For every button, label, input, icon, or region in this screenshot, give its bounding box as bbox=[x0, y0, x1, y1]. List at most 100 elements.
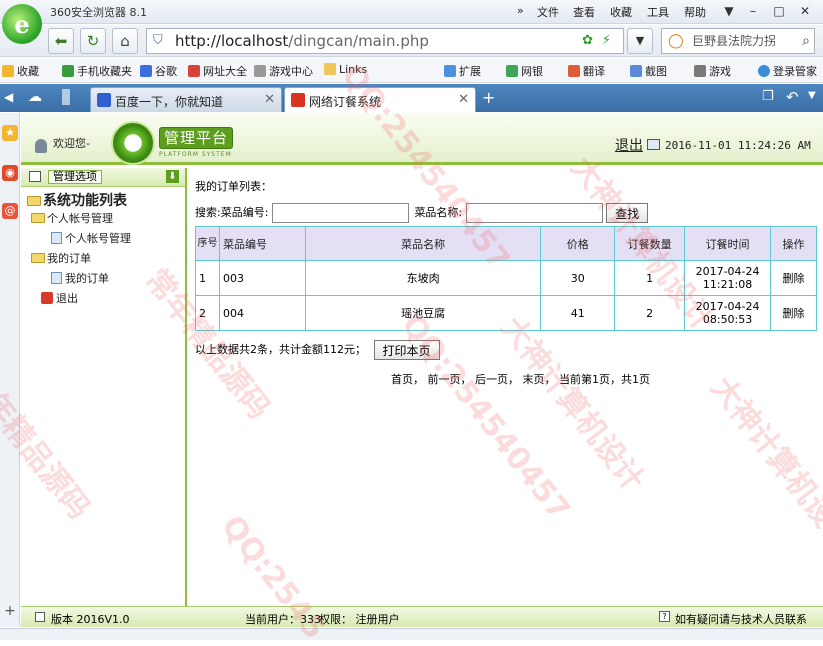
welcome-text: 欢迎您- bbox=[53, 137, 90, 150]
new-page-icon[interactable] bbox=[62, 89, 70, 105]
search-icon[interactable]: ⌕ bbox=[802, 29, 810, 53]
close-tab-icon[interactable]: ✕ bbox=[458, 92, 469, 107]
cell-qty: 1 bbox=[614, 260, 686, 296]
fav-mobile[interactable]: 手机收藏夹 bbox=[62, 63, 132, 79]
col-header-no: 序号 bbox=[195, 226, 220, 261]
collapse-icon[interactable]: ⬇ bbox=[166, 170, 179, 183]
fav-login-manager[interactable]: 登录管家 bbox=[758, 63, 817, 79]
sidebar-toggle-icon[interactable]: ◀ bbox=[4, 90, 13, 104]
search-input[interactable]: ◯ 巨野县法院力拐 ⌕ bbox=[661, 28, 815, 54]
pager-first[interactable]: 首页 bbox=[391, 373, 413, 386]
sidebar: 管理选项 ⬇ 系统功能列表 个人帐号管理 个人帐号管理 我的订单 我的订单 退出 bbox=[21, 168, 187, 606]
datetime: 2016-11-01 11:24:26 AM bbox=[665, 139, 811, 152]
fav-google[interactable]: 谷歌 bbox=[140, 63, 177, 79]
fav-links[interactable]: Links bbox=[324, 63, 367, 76]
dish-code-input[interactable] bbox=[271, 203, 409, 223]
tab-baidu[interactable]: 百度一下，你就知道 ✕ bbox=[90, 87, 282, 112]
panel-subtitle: PLATFORM SYSTEM bbox=[159, 151, 232, 158]
maximize-button[interactable]: □ bbox=[768, 2, 790, 20]
menu-help[interactable]: 帮助 bbox=[684, 4, 706, 20]
fav-games-center[interactable]: 游戏中心 bbox=[254, 63, 313, 79]
add-sidebar-icon[interactable]: + bbox=[2, 603, 18, 619]
tree-item-account[interactable]: 个人帐号管理 bbox=[31, 210, 113, 226]
tab-label: 百度一下，你就知道 bbox=[115, 95, 224, 109]
cell-price: 30 bbox=[540, 260, 616, 296]
new-tab-icon[interactable]: + bbox=[482, 88, 495, 107]
pager-current: 当前第1页，共1页 bbox=[559, 373, 650, 386]
folder-open-icon bbox=[27, 196, 41, 206]
tree-item-exit[interactable]: 退出 bbox=[41, 290, 78, 306]
delete-link[interactable]: 删除 bbox=[770, 295, 817, 331]
menu-file[interactable]: 文件 bbox=[537, 4, 559, 20]
speed-icon[interactable]: ⚡ bbox=[602, 29, 611, 53]
tree-item-orders[interactable]: 我的订单 bbox=[31, 250, 91, 266]
close-button[interactable]: ✕ bbox=[794, 2, 816, 20]
pager-next[interactable]: 后一页 bbox=[475, 373, 508, 386]
baidu-paw-icon bbox=[97, 93, 111, 107]
cell-time: 2017-04-24 08:50:53 bbox=[684, 295, 772, 331]
fav-site-list[interactable]: 网址大全 bbox=[188, 63, 247, 79]
browser-status-bar bbox=[0, 628, 823, 640]
table-row: 2 004 瑶池豆腐 41 2 2017-04-24 08:50:53 删除 bbox=[195, 295, 817, 331]
pager-last[interactable]: 末页 bbox=[523, 373, 545, 386]
restore-tabs-icon[interactable]: ❐ bbox=[762, 89, 774, 104]
document-edit-icon bbox=[51, 232, 62, 244]
summary-row: 以上数据共2条，共计金额112元； 打印本页 bbox=[195, 340, 440, 360]
menu-tools[interactable]: 工具 bbox=[647, 4, 669, 20]
menu-view[interactable]: 查看 bbox=[573, 4, 595, 20]
dish-name-input[interactable] bbox=[465, 203, 603, 223]
favorites-star-icon[interactable]: ★ bbox=[2, 125, 18, 141]
fav-collect[interactable]: 收藏 bbox=[2, 63, 39, 79]
mail-icon[interactable]: @ bbox=[2, 203, 18, 219]
find-button[interactable]: 查找 bbox=[606, 203, 649, 223]
delete-link[interactable]: 删除 bbox=[770, 260, 817, 296]
col-header-code: 菜品编号 bbox=[218, 226, 306, 261]
tree-item-account-manage[interactable]: 个人帐号管理 bbox=[51, 230, 131, 246]
tab-menu-icon[interactable]: ▼ bbox=[808, 90, 816, 101]
help-text: 如有疑问请与技术人员联系 bbox=[675, 613, 807, 626]
menu-favorites[interactable]: 收藏 bbox=[610, 4, 632, 20]
fav-extensions[interactable]: 扩展 bbox=[444, 63, 481, 79]
weibo-icon[interactable]: ◉ bbox=[2, 165, 18, 181]
address-input[interactable]: ⛉ http://localhost/dingcan/main.php ✿ ⚡ bbox=[146, 28, 624, 54]
fav-games[interactable]: 游戏 bbox=[694, 63, 731, 79]
undo-close-icon[interactable]: ↶ bbox=[786, 88, 799, 106]
url-host: http://localhost bbox=[175, 32, 289, 50]
list-caption: 我的订单列表： bbox=[195, 180, 272, 193]
close-tab-icon[interactable]: ✕ bbox=[264, 92, 275, 107]
app-header: 欢迎您- 管理平台 PLATFORM SYSTEM 退出 2016-11-01 … bbox=[21, 113, 823, 165]
tree-item-my-orders[interactable]: 我的订单 bbox=[51, 270, 109, 286]
folder-icon bbox=[31, 253, 45, 263]
version-text: 版本 2016V1.0 bbox=[51, 613, 130, 626]
address-dropdown-icon[interactable]: ▼ bbox=[627, 28, 653, 54]
skin-icon[interactable]: ▼ bbox=[718, 2, 740, 20]
cell-price: 41 bbox=[540, 295, 616, 331]
print-button[interactable]: 打印本页 bbox=[373, 340, 440, 360]
pager-prev[interactable]: 前一页 bbox=[428, 373, 461, 386]
address-toolbar: ⬅ ↻ ⌂ ⛉ http://localhost/dingcan/main.ph… bbox=[0, 25, 823, 57]
compat-icon[interactable]: ✿ bbox=[582, 29, 593, 53]
fav-screenshot[interactable]: 截图 bbox=[630, 63, 667, 79]
col-header-price: 价格 bbox=[540, 226, 616, 261]
summary-text: 以上数据共2条，共计金额112元； bbox=[195, 343, 366, 356]
cloud-icon[interactable]: ☁ bbox=[28, 89, 42, 105]
minimize-button[interactable]: – bbox=[742, 2, 764, 20]
help-icon: ? bbox=[659, 611, 670, 622]
fav-translate[interactable]: 翻译 bbox=[568, 63, 605, 79]
document-edit-icon bbox=[51, 272, 62, 284]
user-icon bbox=[35, 139, 47, 153]
tab-bar: ◀ ☁ 百度一下，你就知道 ✕ 网络订餐系统 ✕ + ❐ ↶ ▼ bbox=[0, 84, 823, 112]
fav-bank[interactable]: 网银 bbox=[506, 63, 543, 79]
back-arrow-icon[interactable]: ⬅ bbox=[48, 28, 74, 54]
panel-title: 管理平台 bbox=[159, 127, 233, 149]
col-header-name: 菜品名称 bbox=[304, 226, 542, 261]
col-header-qty: 订餐数量 bbox=[614, 226, 686, 261]
logout-link[interactable]: 退出 bbox=[615, 135, 643, 155]
refresh-icon[interactable]: ↻ bbox=[80, 28, 106, 54]
menu-more-icon[interactable]: » bbox=[517, 4, 524, 17]
sidebar-header: 管理选项 ⬇ bbox=[21, 168, 185, 187]
home-icon[interactable]: ⌂ bbox=[112, 28, 138, 54]
calendar-icon bbox=[647, 139, 660, 150]
tab-ordering-system[interactable]: 网络订餐系统 ✕ bbox=[284, 87, 476, 112]
search-row: 搜索:菜品编号: 菜品名称: 查找 bbox=[195, 203, 649, 223]
